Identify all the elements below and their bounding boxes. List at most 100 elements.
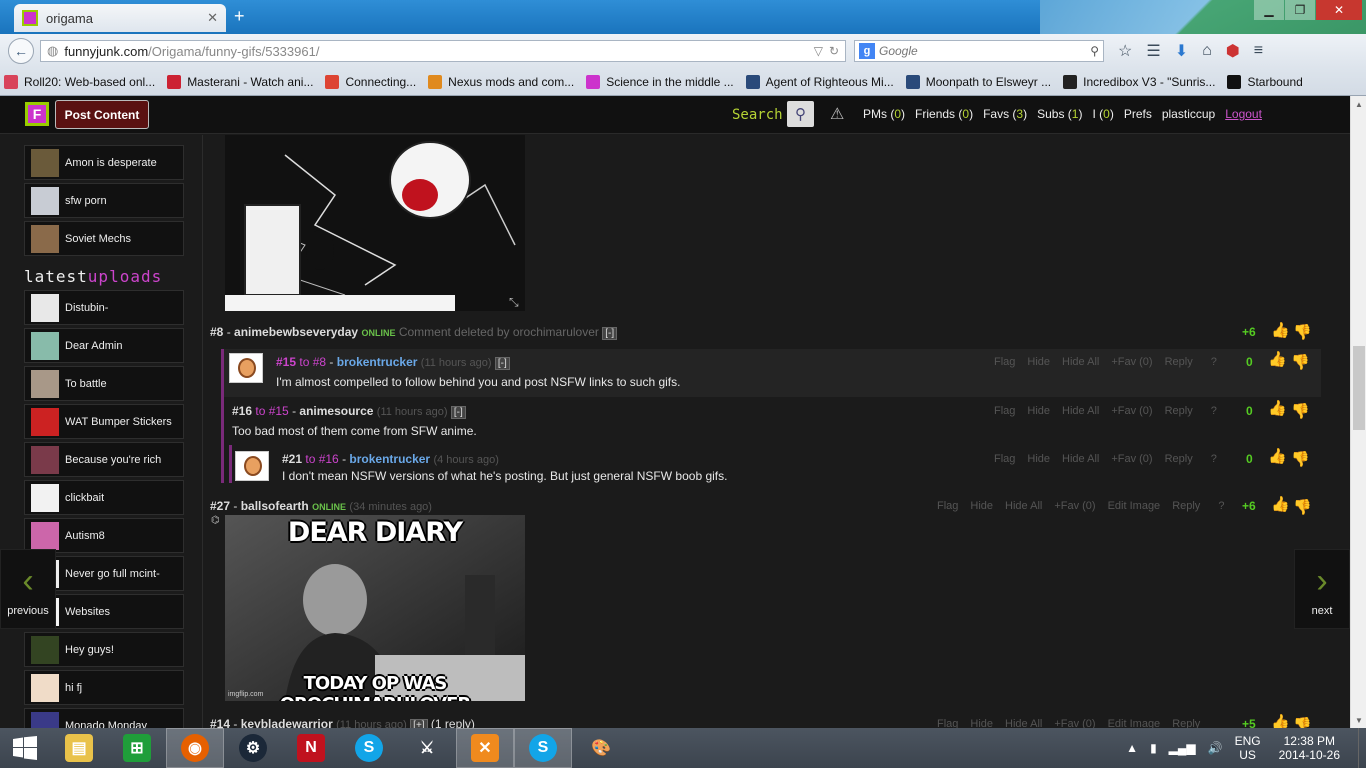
fav-link[interactable]: +Fav (0) [1054, 718, 1095, 728]
thumbs-up-icon[interactable]: 👍 [1268, 399, 1287, 417]
thumbs-down-icon[interactable]: 👎 [1291, 450, 1310, 468]
search-bar[interactable]: g Google ⚲ [854, 40, 1104, 62]
minimize-icon[interactable]: ▁ [1254, 0, 1284, 20]
nav-pms[interactable]: PMs (0) [863, 107, 905, 121]
bookmarks-list-icon[interactable]: ☰ [1146, 41, 1160, 61]
latest-upload-item[interactable]: Monado Monday [24, 708, 184, 728]
comment-number[interactable]: #14 [210, 717, 230, 728]
download-icon[interactable]: ⬇ [1175, 41, 1188, 61]
hide-all-link[interactable]: Hide All [1062, 356, 1099, 368]
restore-icon[interactable]: ❐ [1285, 0, 1315, 20]
origin-app-icon[interactable]: ✕ [456, 728, 514, 768]
paint-icon[interactable]: 🎨 [572, 728, 630, 768]
hide-link[interactable]: Hide [1027, 453, 1050, 465]
comment-number[interactable]: #27 [210, 499, 230, 513]
sidebar-item[interactable]: Soviet Mechs [24, 221, 184, 256]
bookmark-item[interactable]: Masterani - Watch ani... [167, 74, 313, 89]
dear-diary-meme-image[interactable]: DEAR DIARY TODAY OP WAS OROCHIMARULOVER … [225, 515, 525, 701]
logout-link[interactable]: Logout [1225, 107, 1262, 121]
thumbs-up-icon[interactable]: 👍 [1268, 350, 1287, 368]
menu-icon[interactable]: ≡ [1254, 42, 1263, 60]
funnyjunk-logo[interactable]: F [25, 102, 49, 126]
thumbs-up-icon[interactable]: 👍 [1268, 447, 1287, 465]
reload-icon[interactable]: ↻ [829, 44, 839, 58]
clock[interactable]: 12:38 PM 2014-10-26 [1279, 734, 1340, 762]
reply-link[interactable]: Reply [1172, 500, 1200, 512]
nav-favs[interactable]: Favs (3) [983, 107, 1027, 121]
url-bar[interactable]: ◍ funnyjunk.com /Origama/funny-gifs/5333… [40, 40, 846, 62]
help-link[interactable]: ? [1211, 356, 1217, 368]
latest-upload-item[interactable]: Distubin- [24, 290, 184, 325]
reply-to-link[interactable]: to #16 [302, 452, 338, 466]
expand-image-icon[interactable]: ⤡ [509, 295, 519, 310]
skyrim-icon[interactable]: ⚔ [398, 728, 456, 768]
reply-to-link[interactable]: to #15 [252, 404, 288, 418]
scroll-thumb[interactable] [1353, 346, 1365, 430]
thumbs-down-icon[interactable]: 👎 [1293, 716, 1312, 728]
fav-link[interactable]: +Fav (0) [1054, 500, 1095, 512]
netflix-icon[interactable]: N [282, 728, 340, 768]
bookmark-item[interactable]: Science in the middle ... [586, 74, 734, 89]
reply-link[interactable]: Reply [1172, 718, 1200, 728]
bookmark-star-icon[interactable]: ☆ [1118, 41, 1132, 61]
bookmark-item[interactable]: Connecting... [325, 74, 416, 89]
nav-username[interactable]: plasticcup [1162, 107, 1215, 121]
collapse-toggle[interactable]: [-] [450, 406, 466, 419]
help-link[interactable]: ? [1211, 405, 1217, 417]
site-search-icon[interactable]: ⚲ [787, 101, 814, 127]
comment-author[interactable]: animesource [299, 404, 373, 418]
expand-toggle[interactable]: [+] [410, 719, 428, 728]
bookmark-item[interactable]: Nexus mods and com... [428, 74, 574, 89]
reply-link[interactable]: Reply [1165, 356, 1193, 368]
comment-number[interactable]: #15 [276, 355, 296, 369]
thumbs-down-icon[interactable]: 👎 [1291, 353, 1310, 371]
sidebar-item[interactable]: sfw porn [24, 183, 184, 218]
nav-friends[interactable]: Friends (0) [915, 107, 973, 121]
close-window-icon[interactable]: ✕ [1316, 0, 1362, 20]
reply-link[interactable]: Reply [1165, 453, 1193, 465]
thumbs-up-icon[interactable]: 👍 [1271, 713, 1290, 728]
thumbs-up-icon[interactable]: 👍 [1271, 321, 1290, 339]
latest-upload-item[interactable]: Autism8 [24, 518, 184, 553]
comment-author[interactable]: animebewbseveryday [234, 325, 358, 339]
scroll-down-icon[interactable]: ▼ [1351, 712, 1366, 728]
latest-upload-item[interactable]: hi fj [24, 670, 184, 705]
thumbs-down-icon[interactable]: 👎 [1293, 323, 1312, 341]
firefox-icon[interactable]: ◉ [166, 728, 224, 768]
network-icon[interactable]: ▂▄▆ [1169, 741, 1196, 755]
comment-author[interactable]: brokentrucker [349, 452, 430, 466]
post-content-button[interactable]: Post Content [55, 100, 149, 129]
bookmark-item[interactable]: Incredibox V3 - "Sunris... [1063, 74, 1215, 89]
page-scrollbar[interactable]: ▲ ▼ [1350, 96, 1366, 728]
start-button[interactable] [0, 728, 50, 768]
latest-upload-item[interactable]: Hey guys! [24, 632, 184, 667]
browser-tab[interactable]: origama ✕ [14, 4, 226, 32]
latest-upload-item[interactable]: Dear Admin [24, 328, 184, 363]
language-indicator[interactable]: ENG US [1235, 734, 1261, 762]
file-explorer-icon[interactable]: ▤ [50, 728, 108, 768]
warning-icon[interactable]: ⚠ [830, 104, 844, 124]
dropdown-arrow-icon[interactable]: ▽ [814, 44, 823, 58]
flag-link[interactable]: Flag [937, 500, 958, 512]
fav-link[interactable]: +Fav (0) [1111, 356, 1152, 368]
adblock-icon[interactable]: ⬢ [1226, 41, 1240, 61]
skype-icon[interactable]: S [340, 728, 398, 768]
help-link[interactable]: ? [1211, 453, 1217, 465]
bookmark-item[interactable]: Starbound [1227, 74, 1303, 89]
flag-link[interactable]: Flag [994, 356, 1015, 368]
show-hidden-icons-icon[interactable]: ▲ [1126, 741, 1138, 755]
back-arrow-icon[interactable]: ← [8, 38, 34, 64]
latest-upload-item[interactable]: WAT Bumper Stickers [24, 404, 184, 439]
show-desktop-button[interactable] [1358, 728, 1366, 768]
bookmark-item[interactable]: Moonpath to Elsweyr ... [905, 74, 1051, 89]
hide-link[interactable]: Hide [970, 718, 993, 728]
skype-window-icon[interactable]: S [514, 728, 572, 768]
bookmark-item[interactable]: Agent of Righteous Mi... [745, 74, 894, 89]
site-search-label[interactable]: Search [732, 107, 783, 123]
collapse-toggle[interactable]: [-] [494, 357, 510, 370]
next-button[interactable]: › next [1294, 549, 1350, 629]
previous-button[interactable]: ‹ previous [0, 549, 56, 629]
comment-number[interactable]: #16 [232, 404, 252, 418]
bookmark-item[interactable]: Roll20: Web-based onl... [4, 74, 155, 89]
help-link[interactable]: ? [1218, 500, 1224, 512]
